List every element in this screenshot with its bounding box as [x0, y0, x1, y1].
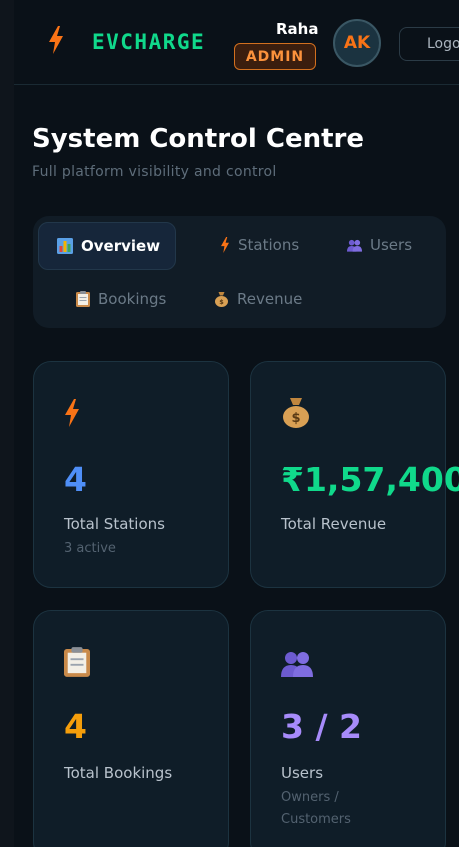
- bolt-icon: [65, 399, 79, 427]
- money-bag-icon: $: [215, 292, 228, 307]
- tab-label: Overview: [81, 237, 161, 255]
- page-title: System Control Centre: [32, 124, 364, 154]
- tab-bar: Overview Stations Users Bookings $ Reven…: [33, 216, 446, 328]
- tab-stations[interactable]: Stations: [220, 236, 299, 254]
- app-frame: EVCHARGE Raha ADMIN AK Logout System Con…: [14, 0, 459, 847]
- stat-value: 3 / 2: [281, 707, 362, 746]
- stat-value: 4: [64, 707, 87, 746]
- tab-label: Bookings: [98, 290, 167, 308]
- stat-sub: Owners / Customers: [281, 790, 351, 827]
- role-badge: ADMIN: [234, 43, 316, 70]
- stat-card-revenue[interactable]: $ ₹1,57,400 Total Revenue: [250, 361, 459, 588]
- stat-label: Total Bookings: [64, 764, 173, 782]
- top-bar: EVCHARGE Raha ADMIN AK Logout: [14, 0, 459, 85]
- brand-name[interactable]: EVCHARGE: [92, 30, 205, 54]
- stat-value: 4: [64, 460, 87, 499]
- stat-label: Total Stations: [64, 515, 165, 533]
- stat-label: Total Revenue: [281, 515, 387, 533]
- clipboard-icon: [64, 647, 90, 677]
- users-icon: [281, 652, 313, 677]
- tab-label: Stations: [238, 236, 300, 254]
- stat-sub: 3 active: [64, 541, 116, 556]
- money-bag-icon: $: [283, 398, 309, 428]
- tab-users[interactable]: Users: [347, 236, 412, 254]
- stat-card-bookings[interactable]: 4 Total Bookings: [33, 610, 229, 847]
- users-icon: [347, 239, 362, 252]
- stat-card-stations[interactable]: 4 Total Stations 3 active: [33, 361, 229, 588]
- page-subtitle: Full platform visibility and control: [32, 164, 277, 180]
- bolt-icon: [49, 26, 63, 54]
- avatar[interactable]: AK: [333, 19, 381, 67]
- stat-card-users[interactable]: 3 / 2 Users Owners / Customers: [250, 610, 446, 847]
- svg-text:$: $: [291, 411, 300, 426]
- stat-label: Users: [281, 764, 324, 782]
- user-name: Raha: [276, 20, 319, 38]
- stat-value: ₹1,57,400: [281, 460, 459, 499]
- logout-button[interactable]: Logout: [399, 27, 459, 61]
- bar-chart-icon: [57, 238, 73, 254]
- svg-text:$: $: [219, 298, 224, 306]
- clipboard-icon: [76, 291, 90, 307]
- bolt-icon: [221, 237, 229, 253]
- tab-overview[interactable]: Overview: [38, 222, 176, 270]
- tab-revenue[interactable]: $ Revenue: [214, 290, 302, 308]
- tab-bookings[interactable]: Bookings: [76, 290, 166, 308]
- tab-label: Users: [370, 236, 413, 254]
- tab-label: Revenue: [237, 290, 303, 308]
